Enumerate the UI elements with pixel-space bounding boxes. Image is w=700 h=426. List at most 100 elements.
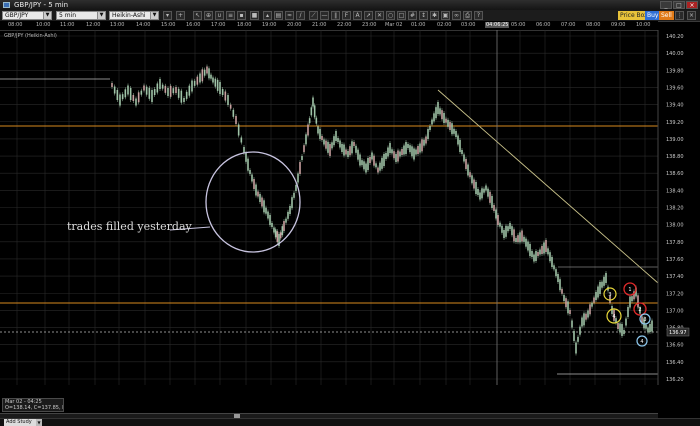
channel-tool-icon[interactable]: ∥: [331, 11, 340, 20]
candle-body: [565, 298, 567, 308]
candle-body: [116, 90, 119, 100]
candle-body: [214, 78, 217, 87]
price-tick-label: 137.80: [666, 240, 684, 246]
horizontal-line-icon[interactable]: —: [320, 11, 329, 20]
ellipse-tool-icon[interactable]: ○: [386, 11, 395, 20]
candle-body: [531, 251, 533, 257]
candle-body: [575, 342, 577, 354]
symbol-select[interactable]: GBP/JPY ▼: [2, 11, 52, 20]
chart-type-select[interactable]: Heikin-Ashi ▼: [109, 11, 159, 20]
candle-body: [235, 116, 237, 124]
candle-body: [191, 80, 193, 92]
candle-body: [505, 225, 507, 237]
print-icon[interactable]: ⎙: [463, 11, 472, 20]
crosshair-icon[interactable]: +: [176, 11, 185, 20]
lock-icon[interactable]: ▣: [441, 11, 450, 20]
settings-icon[interactable]: ✱: [430, 11, 439, 20]
properties-icon[interactable]: ≡: [226, 11, 235, 20]
candle-body: [303, 145, 305, 153]
chart-canvas[interactable]: trades filled yesterday GBP/JPY (Heikin-…: [0, 30, 700, 385]
candle-body: [143, 85, 145, 91]
candle-body: [381, 157, 383, 169]
sell-button[interactable]: Sell: [659, 11, 674, 20]
time-tick: 21:00: [312, 22, 327, 28]
candle-body: [237, 124, 240, 136]
candle-body: [519, 232, 521, 243]
candle-body: [159, 79, 161, 89]
candle-body: [397, 150, 399, 162]
candle-body: [201, 69, 204, 82]
candle-body: [511, 226, 513, 236]
interval-select[interactable]: 5 min ▼: [56, 11, 106, 20]
time-tick: 18:00: [237, 22, 252, 28]
grid-icon[interactable]: #: [408, 11, 417, 20]
candle-body: [297, 173, 299, 183]
chart-icon[interactable]: ▴: [263, 11, 272, 20]
candle-body: [401, 149, 403, 155]
price-chart[interactable]: trades filled yesterday GBP/JPY (Heikin-…: [0, 30, 700, 385]
candle-body: [188, 85, 191, 96]
candle-body: [363, 161, 365, 170]
maximize-button[interactable]: □: [673, 1, 685, 9]
candle-body: [310, 107, 313, 116]
magnet-icon[interactable]: ∪: [215, 11, 224, 20]
candle-body: [387, 147, 389, 157]
line-tool-icon[interactable]: /: [296, 11, 305, 20]
candle-body: [279, 232, 282, 239]
price-tick-label: 139.40: [666, 103, 684, 109]
candle-body: [415, 149, 417, 155]
candle-body: [461, 150, 463, 154]
cursor-icon[interactable]: ↖: [193, 11, 202, 20]
template-icon[interactable]: ▤: [274, 11, 283, 20]
eraser-icon[interactable]: ✕: [375, 11, 384, 20]
style-icon[interactable]: ≈: [285, 11, 294, 20]
candle-body: [307, 124, 309, 136]
candle-body: [361, 160, 363, 166]
save-icon[interactable]: ▪: [237, 11, 246, 20]
close-button[interactable]: ×: [686, 1, 698, 9]
time-tick: 08:00: [8, 22, 23, 28]
candle-body: [317, 126, 319, 134]
candle-body: [193, 80, 196, 86]
color-swatch-icon[interactable]: ■: [250, 11, 259, 20]
candle-body: [561, 288, 563, 294]
chart-type-value: Heikin-Ashi: [112, 12, 146, 19]
candle-body: [359, 154, 361, 166]
candle-body: [515, 238, 517, 242]
drawing-tools-icon[interactable]: ▾: [163, 11, 172, 20]
scale-icon[interactable]: ↕: [419, 11, 428, 20]
candle-body: [221, 89, 224, 95]
fibonacci-icon[interactable]: F: [342, 11, 351, 20]
candle-body: [423, 139, 425, 146]
symbol-value: GBP/JPY: [5, 12, 29, 19]
time-tick: 23:00: [362, 22, 377, 28]
candle-body: [431, 119, 433, 125]
link-icon[interactable]: ∞: [452, 11, 461, 20]
price-tick-label: 139.80: [666, 68, 684, 74]
minimize-button[interactable]: _: [660, 1, 672, 9]
candle-body: [377, 167, 379, 173]
text-tool-icon[interactable]: A: [353, 11, 362, 20]
time-tick: 06:00: [536, 22, 551, 28]
candle-body: [543, 242, 545, 254]
candle-body: [603, 276, 605, 286]
candle-body: [132, 95, 135, 101]
help-icon[interactable]: ?: [474, 11, 483, 20]
close-chart-icon[interactable]: ×: [687, 11, 696, 20]
candle-body: [557, 274, 559, 282]
rectangle-tool-icon[interactable]: □: [397, 11, 406, 20]
ray-tool-icon[interactable]: ⟋: [309, 11, 318, 20]
time-tick: 16:00: [186, 22, 201, 28]
arrow-tool-icon[interactable]: ➚: [364, 11, 373, 20]
time-tick: 10:00: [636, 22, 651, 28]
candle-body: [151, 90, 153, 102]
window-title: GBP/JPY - 5 min: [14, 1, 69, 9]
window-controls: _ □ ×: [660, 1, 698, 9]
candle-body: [425, 136, 427, 144]
candle-body: [289, 206, 291, 214]
trade-marker[interactable]: 4: [636, 335, 648, 347]
zoom-icon[interactable]: ⊕: [204, 11, 213, 20]
time-tick: 17:00: [211, 22, 226, 28]
options-icon[interactable]: ⋮: [675, 11, 684, 20]
candle-body: [559, 279, 561, 291]
